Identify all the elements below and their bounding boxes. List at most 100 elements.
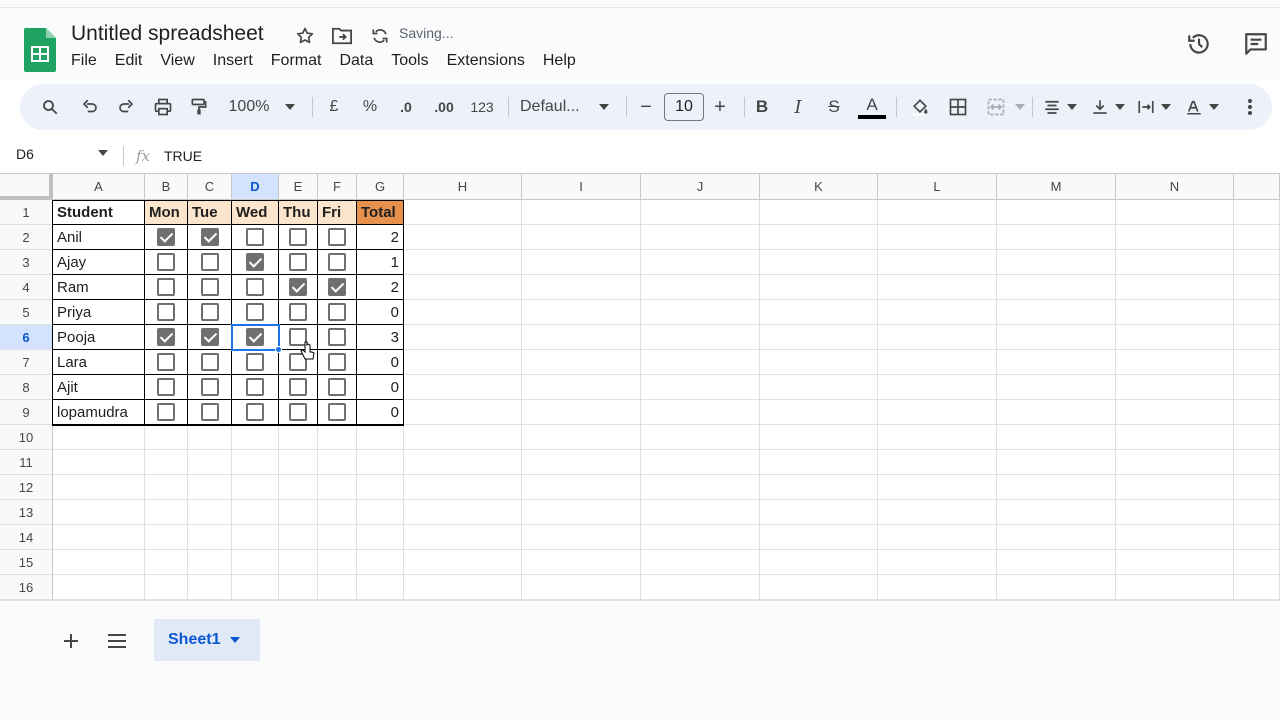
grid-cell[interactable]	[1234, 225, 1280, 250]
borders-icon[interactable]	[944, 84, 972, 130]
grid-cell[interactable]	[232, 475, 279, 500]
column-header-f[interactable]: F	[318, 174, 357, 200]
attendance-cell[interactable]	[279, 275, 318, 300]
checkbox-unchecked[interactable]	[328, 253, 346, 271]
grid-cell[interactable]	[878, 250, 997, 275]
fill-handle[interactable]	[275, 346, 282, 353]
grid-cell[interactable]	[357, 450, 404, 475]
grid-cell[interactable]	[760, 525, 878, 550]
checkbox-unchecked[interactable]	[157, 303, 175, 321]
column-header-l[interactable]: L	[878, 174, 997, 200]
checkbox-unchecked[interactable]	[246, 303, 264, 321]
grid-cell[interactable]	[1116, 225, 1234, 250]
star-icon[interactable]	[293, 24, 317, 48]
grid-cell[interactable]	[1116, 475, 1234, 500]
grid-cell[interactable]	[53, 500, 145, 525]
grid-cell[interactable]	[641, 375, 760, 400]
attendance-cell[interactable]	[145, 250, 188, 275]
grid-cell[interactable]	[878, 575, 997, 600]
grid-cell[interactable]	[878, 275, 997, 300]
row-header-3[interactable]: 3	[0, 250, 53, 275]
grid-cell[interactable]	[145, 525, 188, 550]
name-box-caret-icon[interactable]	[98, 150, 108, 156]
menu-help[interactable]: Help	[534, 50, 585, 72]
vertical-align-icon[interactable]	[1088, 84, 1112, 130]
grid-cell[interactable]	[1116, 400, 1234, 425]
grid-cell[interactable]	[404, 200, 522, 225]
attendance-cell[interactable]	[145, 325, 188, 350]
attendance-cell[interactable]	[145, 300, 188, 325]
table-header-cell[interactable]: Tue	[188, 200, 232, 225]
grid-cell[interactable]	[357, 425, 404, 450]
table-header-cell[interactable]: Total	[357, 200, 404, 225]
grid-cell[interactable]	[760, 375, 878, 400]
grid-cell[interactable]	[997, 525, 1116, 550]
attendance-cell[interactable]	[232, 325, 279, 350]
grid-cell[interactable]	[404, 475, 522, 500]
grid-cell[interactable]	[997, 425, 1116, 450]
redo-icon[interactable]	[112, 84, 140, 130]
menu-extensions[interactable]: Extensions	[438, 50, 534, 72]
name-box[interactable]: D6	[16, 146, 34, 162]
attendance-cell[interactable]	[188, 275, 232, 300]
grid-cell[interactable]	[1116, 575, 1234, 600]
paint-format-icon[interactable]	[185, 84, 213, 130]
grid-cell[interactable]	[404, 375, 522, 400]
row-header-7[interactable]: 7	[0, 350, 53, 375]
student-name-cell[interactable]: Priya	[53, 300, 145, 325]
grid-cell[interactable]	[760, 400, 878, 425]
grid-cell[interactable]	[878, 525, 997, 550]
checkbox-unchecked[interactable]	[289, 303, 307, 321]
grid-cell[interactable]	[760, 575, 878, 600]
font-size-input[interactable]: 10	[664, 93, 704, 121]
grid-cell[interactable]	[404, 225, 522, 250]
grid-cell[interactable]	[997, 550, 1116, 575]
comments-icon[interactable]	[1242, 30, 1270, 58]
grid-cell[interactable]	[1234, 500, 1280, 525]
add-sheet-icon[interactable]	[59, 629, 83, 653]
column-header-m[interactable]: M	[997, 174, 1116, 200]
grid-cell[interactable]	[279, 575, 318, 600]
row-header-2[interactable]: 2	[0, 225, 53, 250]
grid-cell[interactable]	[404, 500, 522, 525]
grid-cell[interactable]	[404, 425, 522, 450]
grid-cell[interactable]	[522, 225, 641, 250]
attendance-cell[interactable]	[145, 350, 188, 375]
column-header-b[interactable]: B	[145, 174, 188, 200]
grid-cell[interactable]	[53, 425, 145, 450]
grid-cell[interactable]	[1234, 550, 1280, 575]
grid-cell[interactable]	[232, 425, 279, 450]
menu-file[interactable]: File	[62, 50, 106, 72]
student-name-cell[interactable]: Anil	[53, 225, 145, 250]
grid-cell[interactable]	[878, 475, 997, 500]
student-name-cell[interactable]: lopamudra	[53, 400, 145, 425]
grid-cell[interactable]	[1234, 275, 1280, 300]
checkbox-unchecked[interactable]	[157, 253, 175, 271]
grid-cell[interactable]	[53, 450, 145, 475]
grid-cell[interactable]	[1116, 525, 1234, 550]
checkbox-unchecked[interactable]	[328, 403, 346, 421]
version-history-icon[interactable]	[1185, 30, 1213, 58]
checkbox-unchecked[interactable]	[246, 378, 264, 396]
grid-cell[interactable]	[760, 425, 878, 450]
decrease-font-size-button[interactable]: −	[634, 84, 658, 130]
checkbox-unchecked[interactable]	[246, 228, 264, 246]
grid-cell[interactable]	[878, 300, 997, 325]
checkbox-unchecked[interactable]	[200, 403, 219, 421]
grid-cell[interactable]	[318, 500, 357, 525]
grid-cell[interactable]	[641, 450, 760, 475]
checkbox-unchecked[interactable]	[200, 278, 219, 296]
decrease-decimal-button[interactable]: .0	[392, 84, 420, 130]
row-header-15[interactable]: 15	[0, 550, 53, 575]
grid-cell[interactable]	[404, 350, 522, 375]
grid-cell[interactable]	[404, 300, 522, 325]
grid-cell[interactable]	[188, 425, 232, 450]
zoom-caret-icon[interactable]	[282, 84, 298, 130]
grid-cell[interactable]	[522, 400, 641, 425]
checkbox-unchecked[interactable]	[328, 303, 346, 321]
grid-cell[interactable]	[318, 575, 357, 600]
grid-cell[interactable]	[1116, 350, 1234, 375]
grid-cell[interactable]	[404, 575, 522, 600]
grid-cell[interactable]	[760, 550, 878, 575]
column-header-a[interactable]: A	[53, 174, 145, 200]
